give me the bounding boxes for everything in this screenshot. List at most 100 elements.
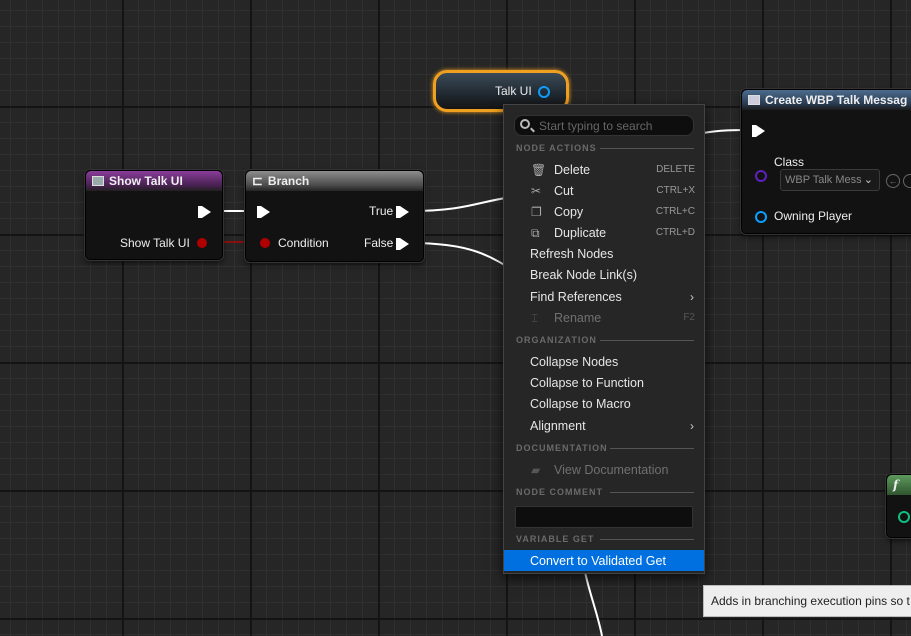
create-widget-title: Create WBP Talk Messag: [765, 93, 908, 107]
section-variable-get-label: VARIABLE GET: [516, 534, 595, 544]
true-pin[interactable]: [396, 206, 409, 218]
divider: [600, 539, 694, 540]
menu-item-delete[interactable]: 🗑 Delete DELETE: [504, 159, 704, 180]
exec-out-pin[interactable]: [198, 206, 211, 218]
back-arrow-icon[interactable]: ←: [886, 174, 900, 188]
menu-item-alignment[interactable]: Alignment ›: [504, 415, 704, 436]
function-in-pin[interactable]: [898, 511, 910, 523]
menu-item-collapse-macro-label: Collapse to Macro: [530, 396, 631, 411]
menu-item-rename: ⌶ Rename F2: [504, 307, 704, 328]
exec-wire-down: [584, 571, 603, 636]
menu-item-cut-shortcut: CTRL+X: [656, 185, 695, 196]
menu-item-collapse-nodes[interactable]: Collapse Nodes: [504, 351, 704, 372]
menu-item-cut[interactable]: ✂ Cut CTRL+X: [504, 180, 704, 201]
menu-item-delete-shortcut: DELETE: [656, 164, 695, 175]
menu-item-convert-validated-get[interactable]: Convert to Validated Get: [504, 550, 704, 571]
show-talk-ui-node[interactable]: Show Talk UI Show Talk UI: [85, 170, 223, 260]
menu-item-copy[interactable]: ❐ Copy CTRL+C: [504, 201, 704, 222]
function-icon: f: [893, 478, 899, 492]
tooltip: Adds in branching execution pins so t: [703, 585, 911, 617]
owning-player-label: Owning Player: [774, 209, 853, 223]
class-combo[interactable]: WBP Talk Mess ⌄: [780, 169, 880, 191]
menu-item-break-links[interactable]: Break Node Link(s): [504, 264, 704, 285]
show-talk-ui-title: Show Talk UI: [109, 174, 183, 188]
copy-icon: ❐: [531, 205, 542, 219]
chevron-right-icon: ›: [690, 418, 694, 433]
chevron-right-icon: ›: [690, 289, 694, 304]
section-documentation-label: DOCUMENTATION: [516, 443, 608, 453]
menu-item-duplicate-shortcut: CTRL+D: [655, 227, 695, 238]
class-label: Class: [774, 155, 805, 169]
section-organization: ORGANIZATION: [516, 335, 694, 345]
create-widget-header: Create WBP Talk Messag: [742, 90, 911, 110]
true-label: True: [369, 204, 394, 218]
menu-item-duplicate[interactable]: ⧉ Duplicate CTRL+D: [504, 222, 704, 243]
browse-icon[interactable]: [903, 174, 911, 188]
divider: [600, 148, 694, 149]
menu-item-refresh-label: Refresh Nodes: [530, 246, 614, 261]
menu-item-view-documentation-label: View Documentation: [554, 462, 669, 477]
talk-ui-label: Talk UI: [495, 84, 532, 98]
search-box[interactable]: [514, 115, 694, 136]
menu-item-cut-label: Cut: [554, 183, 574, 198]
create-widget-node[interactable]: Create WBP Talk Messag Class Owning Play…: [741, 89, 911, 234]
book-icon: ▰: [531, 463, 541, 477]
menu-item-copy-shortcut: CTRL+C: [655, 206, 695, 217]
section-node-actions-label: NODE ACTIONS: [516, 143, 597, 153]
section-documentation: DOCUMENTATION: [516, 443, 694, 453]
create-exec-in-pin[interactable]: [752, 125, 765, 137]
section-node-comment: NODE COMMENT: [516, 487, 694, 497]
condition-pin[interactable]: [260, 238, 270, 248]
rename-icon: ⌶: [531, 311, 539, 325]
widget-icon: [748, 95, 760, 105]
section-organization-label: ORGANIZATION: [516, 335, 597, 345]
show-talk-ui-header: Show Talk UI: [86, 171, 222, 191]
exec-in-pin[interactable]: [257, 206, 270, 218]
menu-item-find-references[interactable]: Find References ›: [504, 286, 704, 307]
duplicate-icon: ⧉: [531, 226, 540, 240]
branch-node[interactable]: ⊏ Branch Condition True False: [245, 170, 424, 262]
show-talk-ui-pin-label: Show Talk UI: [120, 236, 190, 250]
function-node[interactable]: f: [886, 474, 911, 538]
node-comment-input[interactable]: [515, 506, 693, 528]
chevron-down-icon: ⌄: [863, 174, 873, 186]
divider: [610, 448, 694, 449]
menu-item-collapse-function-label: Collapse to Function: [530, 375, 644, 390]
object-out-pin[interactable]: [538, 86, 550, 98]
menu-item-view-documentation: ▰ View Documentation: [504, 459, 704, 480]
search-input[interactable]: [539, 116, 689, 135]
divider: [600, 340, 694, 341]
section-variable-get: VARIABLE GET: [516, 534, 694, 544]
owning-player-pin[interactable]: [755, 211, 767, 223]
menu-item-rename-shortcut: F2: [683, 312, 695, 323]
menu-item-collapse-nodes-label: Collapse Nodes: [530, 354, 619, 369]
menu-item-alignment-label: Alignment: [530, 418, 586, 433]
class-pin[interactable]: [755, 170, 767, 182]
branch-title: Branch: [267, 174, 310, 188]
section-node-actions: NODE ACTIONS: [516, 143, 694, 153]
search-icon: [520, 119, 530, 129]
branch-header: ⊏ Branch: [246, 171, 423, 191]
menu-item-copy-label: Copy: [554, 204, 584, 219]
false-pin[interactable]: [396, 238, 409, 250]
scissors-icon: ✂: [531, 184, 542, 198]
divider: [610, 492, 694, 493]
bool-out-pin[interactable]: [197, 238, 207, 248]
class-combo-value: WBP Talk Mess: [785, 174, 862, 186]
menu-item-convert-label: Convert to Validated Get: [530, 553, 666, 568]
condition-label: Condition: [278, 236, 329, 250]
menu-item-collapse-macro[interactable]: Collapse to Macro: [504, 393, 704, 414]
false-label: False: [364, 236, 394, 250]
menu-item-collapse-function[interactable]: Collapse to Function: [504, 372, 704, 393]
trash-icon: 🗑: [531, 163, 547, 177]
event-icon: [92, 176, 104, 186]
menu-item-duplicate-label: Duplicate: [554, 225, 607, 240]
menu-item-break-links-label: Break Node Link(s): [530, 267, 637, 282]
menu-item-find-references-label: Find References: [530, 289, 622, 304]
menu-item-refresh-nodes[interactable]: Refresh Nodes: [504, 243, 704, 264]
tooltip-text: Adds in branching execution pins so t: [711, 594, 910, 608]
branch-icon: ⊏: [252, 173, 263, 188]
context-menu[interactable]: NODE ACTIONS 🗑 Delete DELETE ✂ Cut CTRL+…: [503, 104, 705, 574]
section-node-comment-label: NODE COMMENT: [516, 487, 603, 497]
menu-item-delete-label: Delete: [554, 162, 591, 177]
